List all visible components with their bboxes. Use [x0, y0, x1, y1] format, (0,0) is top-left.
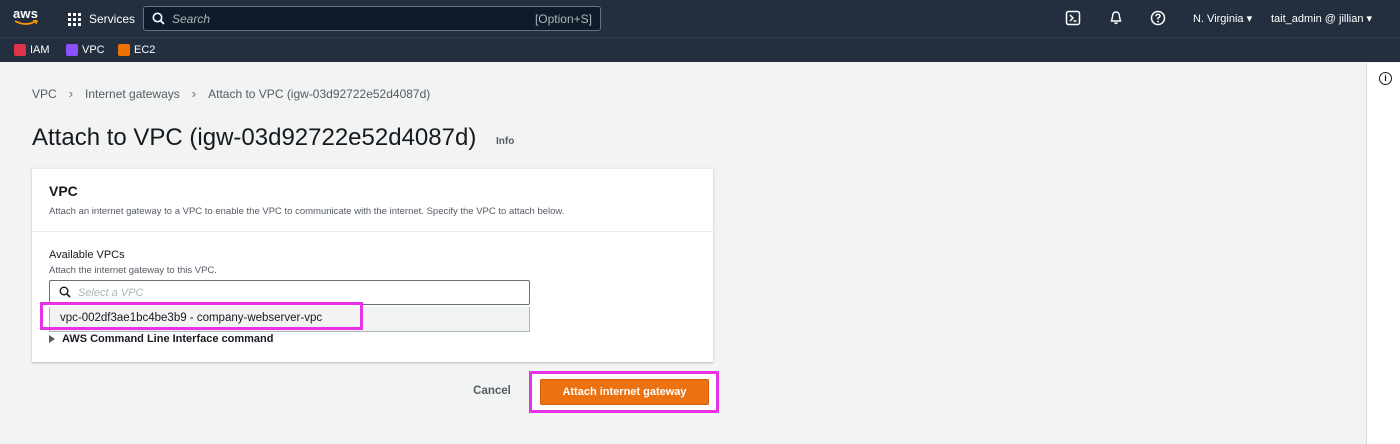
info-icon[interactable]: i: [1379, 72, 1392, 85]
search-icon: [59, 286, 71, 298]
breadcrumb-vpc[interactable]: VPC: [32, 87, 57, 101]
search-shortcut: [Option+S]: [534, 12, 592, 26]
services-menu-button[interactable]: Services: [68, 10, 135, 28]
iam-icon: [14, 44, 26, 56]
breadcrumb-internet-gateways[interactable]: Internet gateways: [85, 87, 180, 101]
aws-logo-text: aws: [13, 6, 39, 21]
ec2-icon: [118, 44, 130, 56]
breadcrumb: VPC › Internet gateways › Attach to VPC …: [32, 86, 430, 101]
container-title: VPC: [49, 183, 78, 199]
account-menu[interactable]: tait_admin @ jillian ▾: [1271, 12, 1372, 25]
container-description: Attach an internet gateway to a VPC to e…: [49, 206, 565, 217]
region-selector[interactable]: N. Virginia ▾: [1193, 12, 1252, 25]
page-title: Attach to VPC (igw-03d92722e52d4087d): [32, 124, 477, 151]
global-search[interactable]: [Option+S]: [143, 6, 601, 31]
grid-icon: [68, 12, 81, 26]
favorite-iam[interactable]: IAM: [14, 43, 50, 57]
cancel-button[interactable]: Cancel: [462, 381, 522, 401]
aws-logo[interactable]: aws: [13, 6, 43, 30]
field-label: Available VPCs: [49, 249, 125, 261]
favorites-bar: IAM VPC EC2: [0, 37, 1400, 62]
option-highlight-annotation: [40, 302, 363, 330]
vpc-settings-container: VPC Attach an internet gateway to a VPC …: [32, 168, 713, 362]
chevron-right-icon: ›: [191, 86, 197, 101]
vpc-select-input[interactable]: [78, 285, 478, 300]
global-search-input[interactable]: [172, 10, 472, 27]
bell-icon[interactable]: [1108, 10, 1124, 26]
favorite-label: IAM: [30, 44, 50, 56]
container-header: VPC Attach an internet gateway to a VPC …: [32, 169, 713, 232]
info-link[interactable]: Info: [496, 136, 514, 147]
caret-right-icon: [49, 335, 55, 343]
favorite-label: EC2: [134, 44, 156, 56]
favorite-vpc[interactable]: VPC: [66, 43, 105, 57]
chevron-right-icon: ›: [68, 86, 74, 101]
primary-button-highlight-annotation: Attach internet gateway: [529, 371, 719, 413]
favorite-label: VPC: [82, 44, 105, 56]
help-panel-rail: i: [1366, 63, 1400, 444]
cli-command-label: AWS Command Line Interface command: [62, 333, 274, 345]
aws-smile-icon: [14, 20, 38, 25]
field-description: Attach the internet gateway to this VPC.: [49, 265, 217, 276]
favorite-ec2[interactable]: EC2: [118, 43, 155, 57]
help-icon[interactable]: [1150, 10, 1166, 26]
breadcrumb-current: Attach to VPC (igw-03d92722e52d4087d): [208, 86, 431, 101]
top-navigation: aws Services [Option+S] N. Virginia ▾ ta…: [0, 0, 1400, 37]
cli-command-expander[interactable]: AWS Command Line Interface command: [49, 333, 273, 345]
attach-internet-gateway-button[interactable]: Attach internet gateway: [540, 379, 709, 405]
services-label: Services: [89, 12, 136, 26]
search-icon: [152, 12, 165, 25]
cloudshell-icon[interactable]: [1065, 10, 1081, 26]
vpc-icon: [66, 44, 78, 56]
